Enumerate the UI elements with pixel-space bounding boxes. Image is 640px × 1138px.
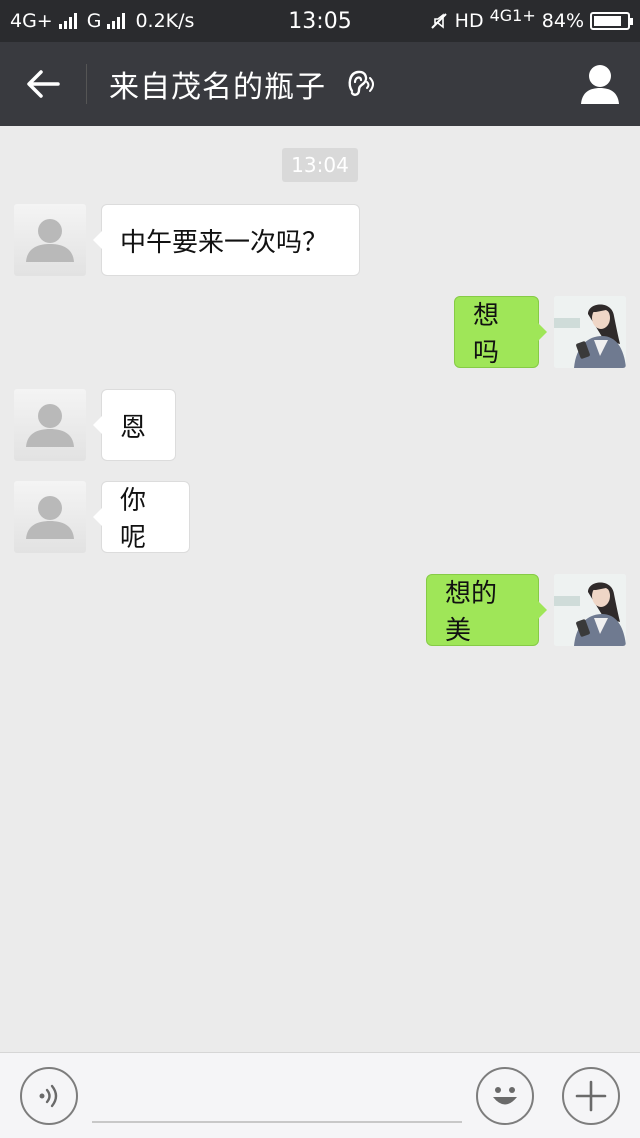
message-bubble-incoming[interactable]: 恩 <box>93 389 176 461</box>
signal-icon <box>58 13 77 29</box>
emoji-icon <box>493 1087 517 1105</box>
network-label-1: 4G+ <box>10 10 53 32</box>
mute-icon <box>430 13 447 29</box>
message-bubble-outgoing[interactable]: 想的美 <box>426 574 547 646</box>
message-row: 恩 <box>0 389 640 461</box>
message-input[interactable] <box>92 1071 462 1123</box>
message-bubble-incoming[interactable]: 你呢 <box>93 481 190 553</box>
profile-button[interactable] <box>578 62 622 106</box>
ear-icon <box>346 69 374 99</box>
self-avatar[interactable] <box>554 574 626 646</box>
plus-icon <box>575 1080 607 1112</box>
more-button[interactable] <box>562 1067 620 1125</box>
battery-percent: 84% <box>541 10 584 32</box>
network-label-2: G <box>86 10 102 32</box>
emoji-button[interactable] <box>476 1067 534 1125</box>
message-bubble-incoming[interactable]: 中午要来一次吗？ <box>93 204 360 276</box>
network-label-3-main: 4G <box>489 5 513 25</box>
message-row: 想的美 <box>0 574 640 646</box>
network-speed: 0.2K/s <box>135 10 195 32</box>
voice-icon <box>39 1084 58 1108</box>
default-avatar-icon <box>26 496 74 539</box>
signal-icon-2 <box>107 13 126 29</box>
battery-icon <box>590 12 633 30</box>
avatar[interactable] <box>14 204 86 276</box>
message-bubble-outgoing[interactable]: 想吗 <box>454 296 547 368</box>
back-button[interactable] <box>0 42 86 126</box>
nav-divider <box>86 64 87 104</box>
battery-level <box>594 16 621 26</box>
status-right: HD 4G1+ 84% <box>429 6 633 32</box>
message-timestamp: 13:04 <box>282 148 358 182</box>
voice-button[interactable] <box>20 1067 78 1125</box>
girl-avatar-image <box>554 296 626 368</box>
default-avatar-icon <box>26 219 74 262</box>
nav-bar: 来自茂名的瓶子 <box>0 42 640 126</box>
input-bar <box>0 1052 640 1138</box>
default-avatar-icon <box>26 404 74 447</box>
arrow-left-icon <box>27 70 60 98</box>
avatar[interactable] <box>14 481 86 553</box>
chat-title: 来自茂名的瓶子 <box>109 70 326 105</box>
message-row: 中午要来一次吗？ <box>0 204 640 276</box>
avatar[interactable] <box>14 389 86 461</box>
message-row: 你呢 <box>0 481 640 553</box>
network-label-3: 4G1+ <box>490 6 536 25</box>
hd-label: HD <box>454 10 484 32</box>
girl-avatar-image <box>554 574 626 646</box>
status-bar: 4G+ G 0.2K/s 13:05 HD 4G1+ 84% <box>0 0 640 42</box>
status-left: 4G+ G 0.2K/s <box>10 10 194 32</box>
network-label-3-sub: 1+ <box>512 5 536 25</box>
message-row: 想吗 <box>0 296 640 368</box>
self-avatar[interactable] <box>554 296 626 368</box>
chat-area[interactable]: 13:04 中午要来一次吗？ 想吗 恩 你呢 想的美 <box>0 126 640 1052</box>
person-icon <box>581 65 619 104</box>
